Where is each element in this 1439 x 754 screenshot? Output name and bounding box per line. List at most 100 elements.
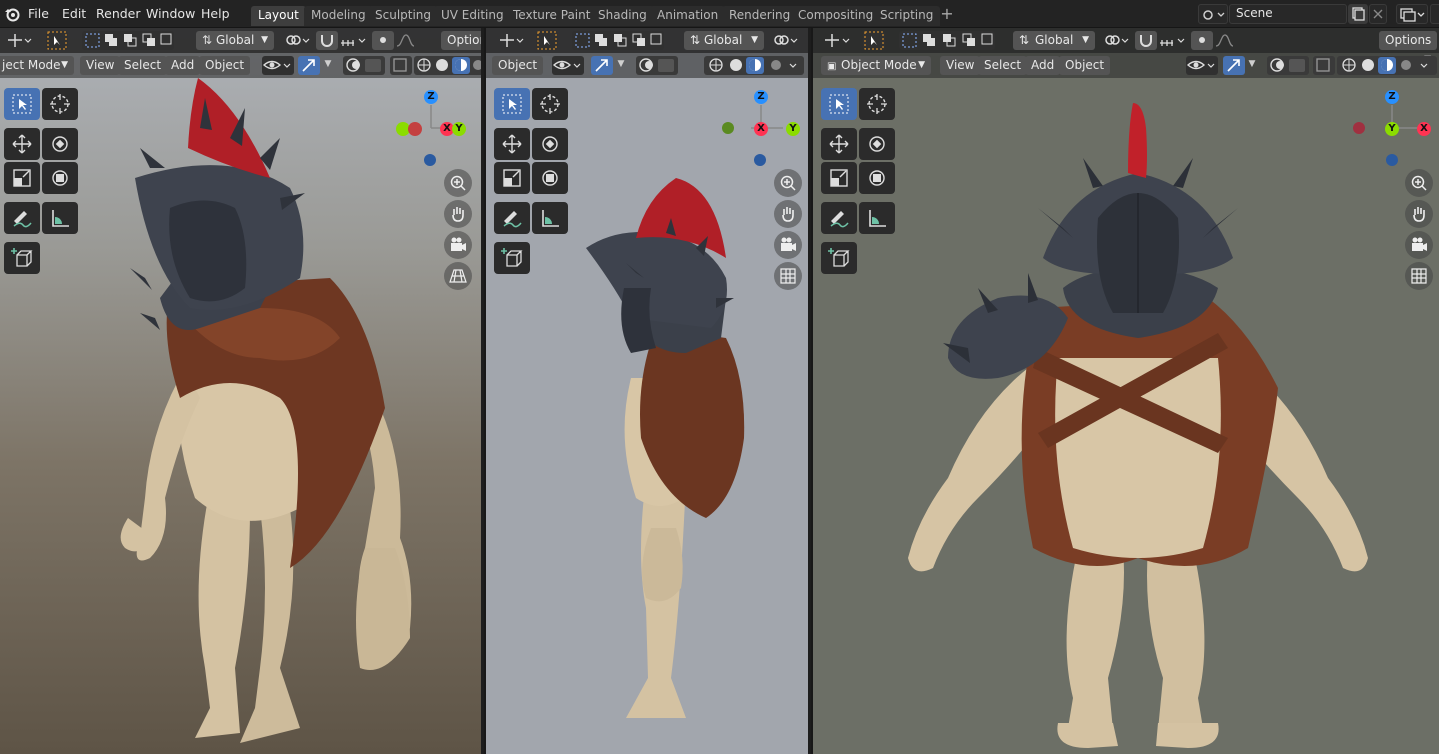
menu-render[interactable]: Render <box>96 6 141 21</box>
gladiator-model-front[interactable] <box>888 78 1388 748</box>
gizmo-dropdown-icon[interactable]: ▼ <box>1247 57 1257 71</box>
view-layer-name-field[interactable] <box>1430 4 1439 24</box>
select-mode-button[interactable] <box>536 31 558 50</box>
options-dropdown[interactable]: Options▼ <box>1379 31 1437 64</box>
gizmo-toggle-button[interactable] <box>591 56 613 75</box>
camera-view-button[interactable] <box>1405 231 1433 259</box>
overlay-toggle-button[interactable] <box>636 56 678 75</box>
tool-scale[interactable] <box>494 162 530 194</box>
shading-mode-group[interactable] <box>704 56 804 75</box>
tool-scale[interactable] <box>4 162 40 194</box>
xray-toggle-button[interactable] <box>1313 56 1335 75</box>
orthographic-toggle-button[interactable] <box>774 262 802 290</box>
snap-toggle-button[interactable] <box>1135 31 1157 50</box>
tool-add-cube[interactable] <box>4 242 40 274</box>
gizmo-toggle-button[interactable] <box>1223 56 1245 75</box>
select-mode-button[interactable] <box>46 31 68 50</box>
transform-orientation-dropdown[interactable]: ⇅ Global ▼ <box>684 31 764 50</box>
delete-scene-button[interactable] <box>1369 4 1387 24</box>
camera-view-button[interactable] <box>774 231 802 259</box>
transform-pivot-button[interactable] <box>4 31 34 50</box>
new-scene-button[interactable] <box>1348 4 1368 24</box>
view-layer-selector-button[interactable] <box>1396 4 1428 24</box>
tab-uv-editing[interactable]: UV Editing <box>434 6 511 26</box>
tool-scale[interactable] <box>821 162 857 194</box>
menu-object[interactable]: Object <box>1059 56 1111 75</box>
menu-view[interactable]: View <box>940 56 981 75</box>
add-workspace-icon[interactable]: + <box>939 6 955 24</box>
tab-scripting[interactable]: Scripting <box>873 6 941 26</box>
menu-help[interactable]: Help <box>201 6 230 21</box>
menu-add[interactable]: Add <box>1025 56 1061 75</box>
tool-move[interactable] <box>821 128 857 160</box>
menu-object[interactable]: Object <box>492 56 544 75</box>
tool-cursor[interactable] <box>42 88 78 120</box>
axis-neg-z-icon[interactable] <box>754 154 766 166</box>
gladiator-model-side[interactable] <box>576 178 756 738</box>
tool-rotate[interactable] <box>532 128 568 160</box>
tab-rendering[interactable]: Rendering <box>722 6 798 26</box>
viewport-left[interactable]: ⇅Global▼ Option ject Mode▼ View Select A… <box>0 28 481 754</box>
snap-target-dropdown[interactable] <box>1157 31 1189 50</box>
orthographic-toggle-button[interactable] <box>1405 262 1433 290</box>
transform-orientation-dropdown[interactable]: ⇅ Global ▼ <box>1013 31 1095 50</box>
viewport-right[interactable]: ⇅Global▼ Options▼ ▣Object Mode▼ View Sel… <box>811 28 1439 754</box>
tool-annotate[interactable] <box>494 202 530 234</box>
snap-toggle-button[interactable] <box>316 31 338 50</box>
tab-texture-paint[interactable]: Texture Paint <box>506 6 598 26</box>
tool-measure[interactable] <box>42 202 78 234</box>
zoom-button[interactable] <box>1405 169 1433 197</box>
zoom-button[interactable] <box>444 169 472 197</box>
tab-shading[interactable]: Shading <box>591 6 654 26</box>
mode-dropdown[interactable]: ▣ Object Mode ▼ <box>821 56 931 75</box>
zoom-button[interactable] <box>774 169 802 197</box>
tool-add-cube[interactable] <box>821 242 857 274</box>
mode-dropdown[interactable]: ject Mode ▼ <box>0 56 74 75</box>
proportional-edit-button[interactable] <box>1191 31 1213 50</box>
pivot-point-dropdown[interactable] <box>770 31 802 50</box>
tool-rotate[interactable] <box>42 128 78 160</box>
pan-button[interactable] <box>774 200 802 228</box>
blender-logo-icon[interactable] <box>3 5 21 23</box>
axis-y-icon[interactable]: Y <box>452 122 466 136</box>
options-dropdown[interactable]: Option <box>441 31 481 50</box>
tab-animation[interactable]: Animation <box>650 6 726 26</box>
tool-measure[interactable] <box>532 202 568 234</box>
tool-transform[interactable] <box>532 162 568 194</box>
tab-modeling[interactable]: Modeling <box>304 6 373 26</box>
pivot-point-dropdown[interactable] <box>1101 31 1133 50</box>
pan-button[interactable] <box>1405 200 1433 228</box>
tool-select-box[interactable] <box>4 88 40 120</box>
transform-orientation-dropdown[interactable]: ⇅ Global ▼ <box>196 31 274 50</box>
proportional-edit-button[interactable] <box>372 31 394 50</box>
pan-button[interactable] <box>444 200 472 228</box>
selection-mode-group[interactable] <box>899 31 995 50</box>
tab-sculpting[interactable]: Sculpting <box>368 6 439 26</box>
transform-pivot-button[interactable] <box>819 31 853 50</box>
scene-selector-button[interactable] <box>1198 4 1228 24</box>
shading-mode-group[interactable] <box>1337 56 1437 75</box>
visibility-dropdown[interactable] <box>552 56 584 75</box>
tool-move[interactable] <box>494 128 530 160</box>
selection-mode-group[interactable] <box>572 31 664 50</box>
tool-select-box[interactable] <box>821 88 857 120</box>
select-mode-button[interactable] <box>863 31 885 50</box>
viewport-middle[interactable]: ⇅ Global ▼ Object ▼ Z X Y <box>484 28 808 754</box>
menu-select[interactable]: Select <box>978 56 1028 75</box>
axis-x-icon[interactable]: X <box>754 122 768 136</box>
menu-window[interactable]: Window <box>146 6 195 21</box>
menu-file[interactable]: File <box>28 6 49 21</box>
camera-view-button[interactable] <box>444 231 472 259</box>
gizmo-dropdown-icon[interactable]: ▼ <box>616 57 626 71</box>
tool-transform[interactable] <box>42 162 78 194</box>
tab-compositing[interactable]: Compositing <box>791 6 881 26</box>
tool-annotate[interactable] <box>821 202 857 234</box>
axis-y-icon[interactable]: Y <box>786 122 800 136</box>
menu-edit[interactable]: Edit <box>62 6 86 21</box>
tool-add-cube[interactable] <box>494 242 530 274</box>
overlay-toggle-button[interactable] <box>1267 56 1309 75</box>
perspective-toggle-button[interactable] <box>444 262 472 290</box>
falloff-dropdown[interactable] <box>394 31 424 50</box>
selection-mode-group[interactable] <box>82 31 174 50</box>
axis-neg-y-icon[interactable] <box>722 122 734 134</box>
